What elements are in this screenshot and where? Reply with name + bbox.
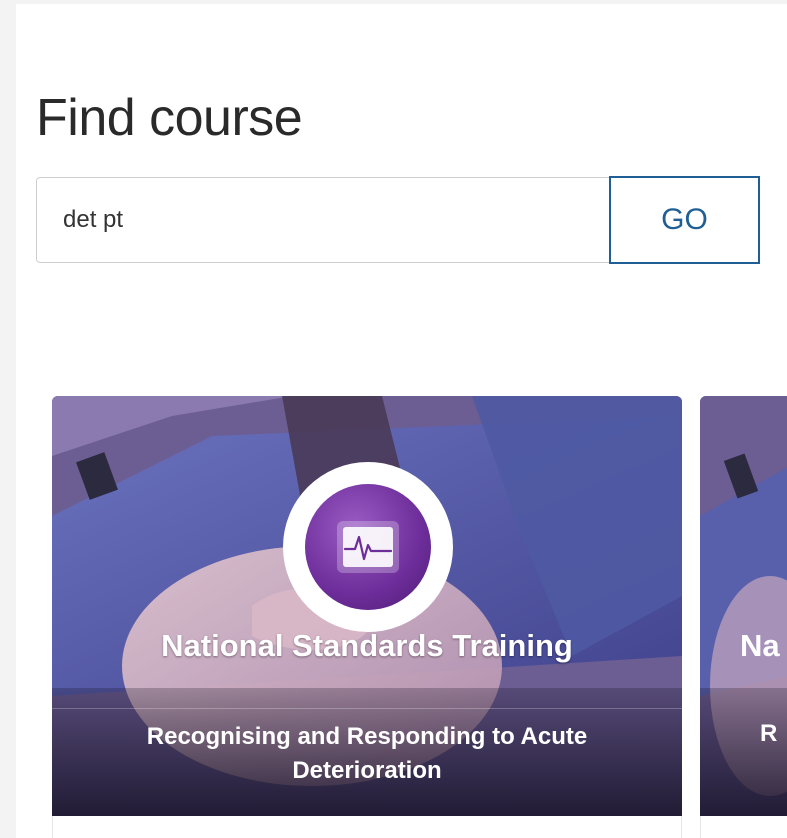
card-subtitle: Recognising and Responding to Acute Dete… (146, 723, 588, 784)
course-card[interactable]: Na R (700, 396, 787, 816)
card-divider (52, 708, 682, 709)
card-title-band (700, 688, 787, 816)
course-card[interactable]: National Standards Training Recognising … (52, 396, 682, 816)
card-footer (52, 816, 682, 838)
page-title: Find course (36, 89, 303, 147)
card-title: National Standards Training (161, 628, 573, 663)
card-subtitle: R (760, 720, 778, 747)
heart-monitor-icon (337, 521, 399, 573)
go-button[interactable]: GO (609, 176, 760, 264)
course-search-form: GO (36, 176, 760, 264)
search-input[interactable] (36, 177, 609, 263)
course-badge (283, 462, 453, 632)
card-title: Na (740, 628, 780, 663)
badge-circle (305, 484, 431, 610)
card-footer (700, 816, 787, 838)
